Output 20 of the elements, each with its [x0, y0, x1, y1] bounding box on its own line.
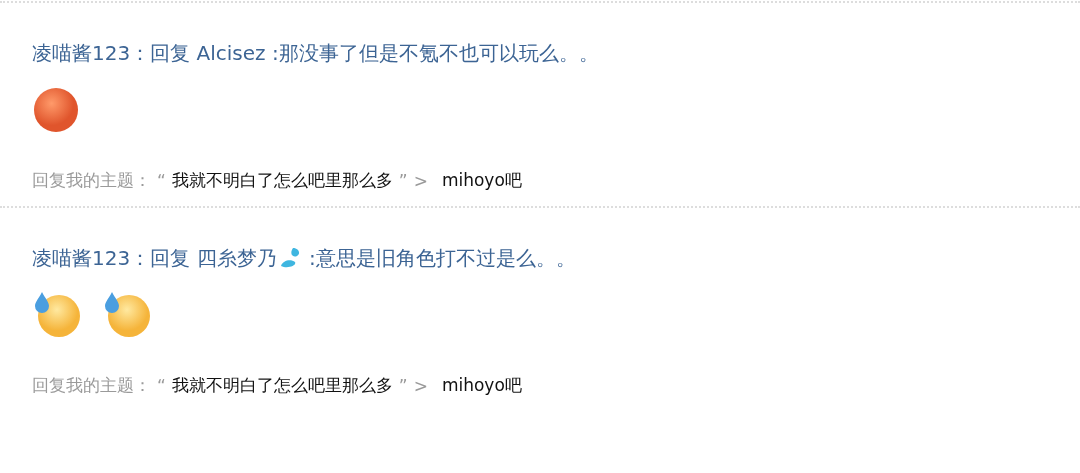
sweat-emoji-icon [32, 290, 82, 338]
forum-link[interactable]: mihoyo吧 [441, 169, 522, 192]
forum-link[interactable]: mihoyo吧 [441, 374, 522, 397]
arrow-text: > [413, 170, 428, 191]
topic-link[interactable]: 我就不明白了怎么吧里那么多 [171, 169, 393, 192]
reply-label: 回复我的主题： [32, 169, 151, 192]
reply-label: 回复我的主题： [32, 374, 151, 397]
emoji-icon [32, 85, 80, 133]
reply-text: 回复 Alcisez :那没事了但是不氪不也可以玩么。。 [150, 39, 599, 67]
quote-mark: ” [397, 170, 409, 191]
reply-text: :意思是旧角色打不过是么。。 [307, 244, 576, 272]
author-name[interactable]: 凌喵酱123： [32, 244, 151, 272]
quote-mark: ” [397, 375, 409, 396]
sweat-emoji-icon [102, 290, 152, 338]
author-name[interactable]: 凌喵酱123： [32, 39, 151, 67]
arrow-text: > [413, 375, 428, 396]
topic-link[interactable]: 我就不明白了怎么吧里那么多 [171, 374, 393, 397]
quote-mark: “ [156, 170, 167, 191]
reply-text: 回复 四糸梦乃 [150, 244, 277, 272]
quote-mark: “ [156, 375, 167, 396]
